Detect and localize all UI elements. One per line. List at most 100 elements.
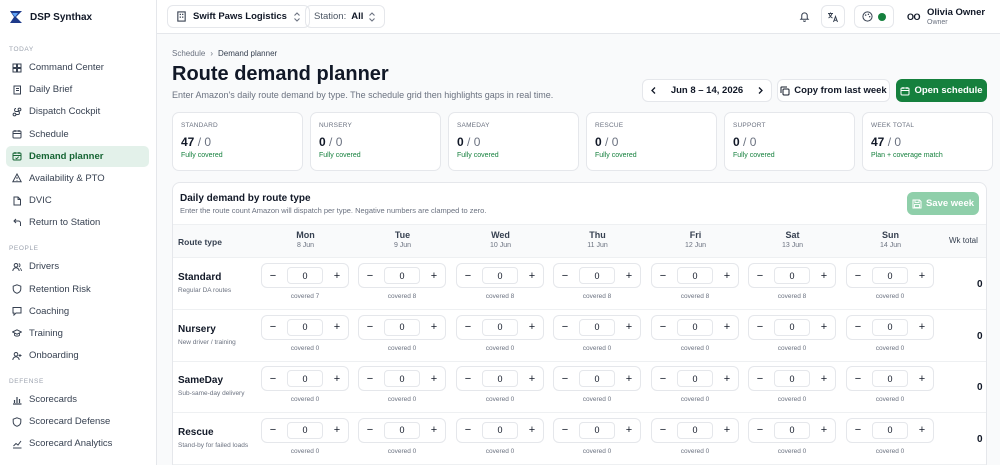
decrement-button[interactable]: −	[658, 270, 668, 282]
decrement-button[interactable]: −	[268, 321, 278, 333]
decrement-button[interactable]: −	[658, 321, 668, 333]
decrement-button[interactable]: −	[853, 270, 863, 282]
decrement-button[interactable]: −	[755, 424, 765, 436]
sidebar-item-schedule[interactable]: Schedule	[6, 124, 149, 145]
demand-input[interactable]: 0	[384, 267, 420, 284]
increment-button[interactable]: +	[527, 424, 537, 436]
sidebar-item-return-to-station[interactable]: Return to Station	[6, 212, 149, 233]
increment-button[interactable]: +	[527, 321, 537, 333]
demand-input[interactable]: 0	[579, 267, 615, 284]
decrement-button[interactable]: −	[755, 373, 765, 385]
increment-button[interactable]: +	[624, 424, 634, 436]
demand-input[interactable]: 0	[774, 370, 810, 387]
copy-last-week-button[interactable]: Copy from last week	[777, 79, 890, 102]
decrement-button[interactable]: −	[560, 321, 570, 333]
demand-input[interactable]: 0	[872, 421, 908, 439]
decrement-button[interactable]: −	[560, 424, 570, 436]
sidebar-item-retention-risk[interactable]: Retention Risk	[6, 279, 149, 300]
increment-button[interactable]: +	[624, 270, 634, 282]
decrement-button[interactable]: −	[853, 373, 863, 385]
decrement-button[interactable]: −	[463, 270, 473, 282]
sidebar-item-dispatch-cockpit[interactable]: Dispatch Cockpit	[6, 101, 149, 122]
demand-input[interactable]: 0	[677, 370, 713, 387]
increment-button[interactable]: +	[429, 424, 439, 436]
increment-button[interactable]: +	[722, 270, 732, 282]
breadcrumb-schedule[interactable]: Schedule	[172, 49, 205, 58]
demand-input[interactable]: 0	[677, 421, 713, 439]
decrement-button[interactable]: −	[268, 270, 278, 282]
decrement-button[interactable]: −	[463, 373, 473, 385]
increment-button[interactable]: +	[819, 373, 829, 385]
increment-button[interactable]: +	[624, 321, 634, 333]
demand-input[interactable]: 0	[384, 421, 420, 439]
demand-input[interactable]: 0	[287, 421, 323, 439]
sidebar-item-onboarding[interactable]: Onboarding	[6, 345, 149, 366]
decrement-button[interactable]: −	[365, 321, 375, 333]
org-select[interactable]: Swift Paws Logistics	[167, 5, 310, 28]
decrement-button[interactable]: −	[658, 373, 668, 385]
increment-button[interactable]: +	[332, 424, 342, 436]
increment-button[interactable]: +	[722, 373, 732, 385]
demand-input[interactable]: 0	[872, 267, 908, 284]
demand-input[interactable]: 0	[482, 267, 518, 284]
demand-input[interactable]: 0	[287, 318, 323, 336]
increment-button[interactable]: +	[819, 321, 829, 333]
demand-input[interactable]: 0	[774, 421, 810, 439]
increment-button[interactable]: +	[722, 321, 732, 333]
sidebar-item-command-center[interactable]: Command Center	[6, 57, 149, 78]
demand-input[interactable]: 0	[287, 370, 323, 387]
demand-input[interactable]: 0	[287, 267, 323, 284]
sidebar-item-coaching[interactable]: Coaching	[6, 301, 149, 322]
decrement-button[interactable]: −	[755, 270, 765, 282]
decrement-button[interactable]: −	[463, 321, 473, 333]
increment-button[interactable]: +	[917, 270, 927, 282]
demand-input[interactable]: 0	[579, 421, 615, 439]
demand-input[interactable]: 0	[774, 267, 810, 284]
decrement-button[interactable]: −	[365, 373, 375, 385]
station-select[interactable]: Station: All	[305, 5, 386, 28]
demand-input[interactable]: 0	[482, 370, 518, 387]
increment-button[interactable]: +	[429, 270, 439, 282]
decrement-button[interactable]: −	[268, 424, 278, 436]
decrement-button[interactable]: −	[365, 424, 375, 436]
save-week-button[interactable]: Save week	[907, 192, 979, 215]
decrement-button[interactable]: −	[853, 424, 863, 436]
increment-button[interactable]: +	[624, 373, 634, 385]
increment-button[interactable]: +	[429, 321, 439, 333]
sidebar-item-drivers[interactable]: Drivers	[6, 256, 149, 277]
demand-input[interactable]: 0	[579, 370, 615, 387]
sidebar-item-demand-planner[interactable]: Demand planner	[6, 145, 149, 167]
sidebar-item-dvic[interactable]: DVIC	[6, 190, 149, 211]
increment-button[interactable]: +	[819, 424, 829, 436]
brand[interactable]: DSP Synthax	[0, 0, 156, 34]
sidebar-item-scorecards[interactable]: Scorecards	[6, 389, 149, 410]
sidebar-item-availability-pto[interactable]: Availability & PTO	[6, 168, 149, 189]
increment-button[interactable]: +	[429, 373, 439, 385]
user-menu[interactable]: OO Olivia Owner Owner	[907, 5, 985, 29]
increment-button[interactable]: +	[819, 270, 829, 282]
decrement-button[interactable]: −	[463, 424, 473, 436]
sidebar-item-daily-brief[interactable]: Daily Brief	[6, 79, 149, 100]
decrement-button[interactable]: −	[755, 321, 765, 333]
notifications-button[interactable]	[792, 5, 816, 28]
sidebar-item-scorecard-analytics[interactable]: Scorecard Analytics	[6, 433, 149, 454]
chevron-left-icon[interactable]	[649, 86, 658, 95]
demand-input[interactable]: 0	[482, 421, 518, 439]
increment-button[interactable]: +	[332, 270, 342, 282]
sidebar-item-training[interactable]: Training	[6, 323, 149, 344]
decrement-button[interactable]: −	[658, 424, 668, 436]
increment-button[interactable]: +	[917, 424, 927, 436]
demand-input[interactable]: 0	[482, 318, 518, 336]
demand-input[interactable]: 0	[872, 318, 908, 336]
language-button[interactable]	[821, 5, 845, 28]
theme-toggle[interactable]	[854, 5, 894, 28]
decrement-button[interactable]: −	[268, 373, 278, 385]
chevron-right-icon[interactable]	[756, 86, 765, 95]
increment-button[interactable]: +	[917, 373, 927, 385]
increment-button[interactable]: +	[527, 270, 537, 282]
decrement-button[interactable]: −	[853, 321, 863, 333]
increment-button[interactable]: +	[917, 321, 927, 333]
decrement-button[interactable]: −	[560, 270, 570, 282]
increment-button[interactable]: +	[332, 321, 342, 333]
demand-input[interactable]: 0	[579, 318, 615, 336]
